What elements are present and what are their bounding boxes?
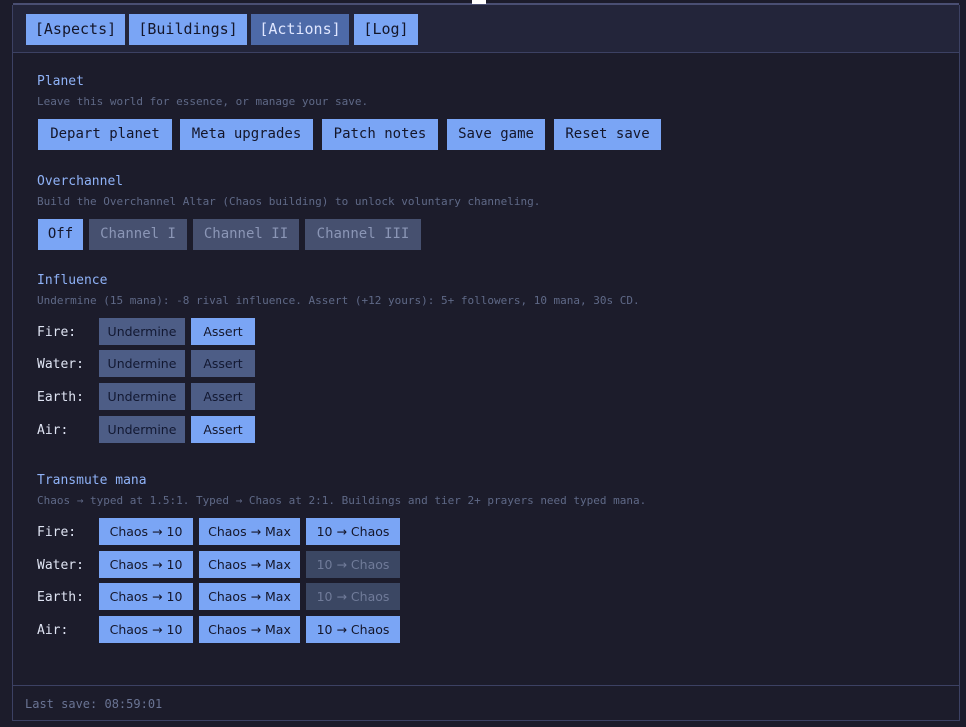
channel-i-button[interactable]: Channel I	[89, 219, 187, 250]
influence-row-label: Air:	[37, 423, 69, 438]
air-undermine-button[interactable]: Undermine	[99, 416, 185, 443]
tab-bar: [Aspects] [Buildings] [Actions] [Log]	[13, 5, 959, 53]
tab-log[interactable]: [Log]	[354, 14, 418, 45]
air-10-to-chaos-button[interactable]: 10 → Chaos	[306, 616, 400, 643]
water-chaos-to-max-button[interactable]: Chaos → Max	[199, 551, 300, 578]
air-chaos-to-10-button[interactable]: Chaos → 10	[99, 616, 193, 643]
main-panel: [Aspects] [Buildings] [Actions] [Log] Pl…	[12, 5, 960, 721]
overchannel-off-button[interactable]: Off	[38, 219, 83, 250]
water-undermine-button[interactable]: Undermine	[99, 350, 185, 377]
last-save-text: Last save: 08:59:01	[25, 697, 163, 711]
earth-assert-button[interactable]: Assert	[191, 383, 255, 410]
transmute-row-label: Air:	[37, 623, 69, 638]
influence-row-label: Fire:	[37, 325, 77, 340]
patch-notes-button[interactable]: Patch notes	[322, 119, 438, 150]
earth-chaos-to-10-button[interactable]: Chaos → 10	[99, 583, 193, 610]
meta-upgrades-button[interactable]: Meta upgrades	[180, 119, 313, 150]
influence-row-label: Water:	[37, 357, 84, 372]
tab-aspects[interactable]: [Aspects]	[26, 14, 125, 45]
influence-row-label: Earth:	[37, 390, 84, 405]
scroll-marker	[472, 0, 486, 4]
influence-heading: Influence	[37, 273, 108, 288]
earth-chaos-to-max-button[interactable]: Chaos → Max	[199, 583, 300, 610]
earth-undermine-button[interactable]: Undermine	[99, 383, 185, 410]
fire-assert-button[interactable]: Assert	[191, 318, 255, 345]
air-assert-button[interactable]: Assert	[191, 416, 255, 443]
overchannel-heading: Overchannel	[37, 174, 124, 189]
planet-heading: Planet	[37, 74, 84, 89]
tab-actions[interactable]: [Actions]	[251, 14, 349, 45]
air-chaos-to-max-button[interactable]: Chaos → Max	[199, 616, 300, 643]
channel-iii-button[interactable]: Channel III	[305, 219, 421, 250]
earth-10-to-chaos-button[interactable]: 10 → Chaos	[306, 583, 400, 610]
reset-save-button[interactable]: Reset save	[554, 119, 661, 150]
transmute-heading: Transmute mana	[37, 473, 147, 488]
water-10-to-chaos-button[interactable]: 10 → Chaos	[306, 551, 400, 578]
fire-chaos-to-max-button[interactable]: Chaos → Max	[199, 518, 300, 545]
fire-chaos-to-10-button[interactable]: Chaos → 10	[99, 518, 193, 545]
transmute-row-label: Water:	[37, 558, 84, 573]
transmute-row-label: Earth:	[37, 590, 84, 605]
depart-planet-button[interactable]: Depart planet	[38, 119, 172, 150]
status-footer: Last save: 08:59:01	[13, 685, 959, 720]
water-chaos-to-10-button[interactable]: Chaos → 10	[99, 551, 193, 578]
water-assert-button[interactable]: Assert	[191, 350, 255, 377]
overchannel-description: Build the Overchannel Altar (Chaos build…	[37, 195, 541, 208]
fire-10-to-chaos-button[interactable]: 10 → Chaos	[306, 518, 400, 545]
transmute-row-label: Fire:	[37, 525, 77, 540]
tab-buildings[interactable]: [Buildings]	[129, 14, 247, 45]
transmute-description: Chaos → typed at 1.5:1. Typed → Chaos at…	[37, 494, 647, 507]
influence-description: Undermine (15 mana): -8 rival influence.…	[37, 294, 640, 307]
save-game-button[interactable]: Save game	[447, 119, 545, 150]
channel-ii-button[interactable]: Channel II	[193, 219, 299, 250]
planet-description: Leave this world for essence, or manage …	[37, 95, 369, 108]
fire-undermine-button[interactable]: Undermine	[99, 318, 185, 345]
